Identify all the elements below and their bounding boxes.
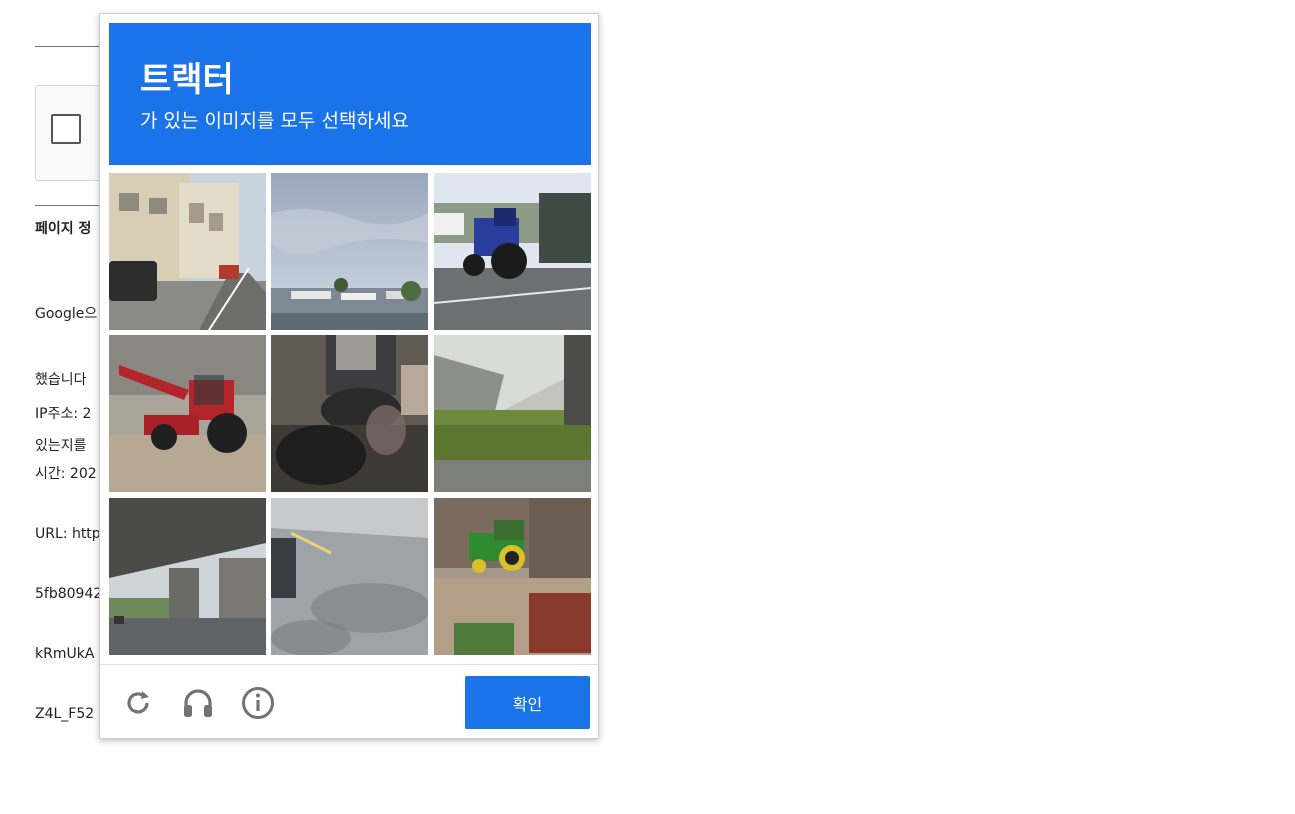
paragraph-line: Google으 — [35, 306, 98, 322]
recaptcha-checkbox[interactable] — [51, 114, 81, 144]
request-info: IP주소: 2 시간: 202 URL: http 5fb80942 kRmUk… — [35, 364, 102, 744]
image-tile[interactable] — [271, 173, 428, 330]
info-icon[interactable] — [240, 685, 276, 721]
image-challenge-dialog: 트랙터 가 있는 이미지를 모두 선택하세요 확인 — [99, 13, 599, 739]
harbor-scene-image — [271, 173, 428, 330]
motorcycle-image — [271, 335, 428, 492]
blue-tractor-image — [434, 173, 591, 330]
road-image — [271, 498, 428, 655]
image-tile[interactable] — [109, 335, 266, 492]
challenge-keyword: 트랙터 — [140, 60, 234, 100]
image-tile[interactable] — [271, 335, 428, 492]
image-tile[interactable] — [271, 498, 428, 655]
red-tractor-image — [109, 335, 266, 492]
section-divider — [35, 205, 105, 206]
image-tile[interactable] — [109, 498, 266, 655]
url-line: kRmUkA — [35, 646, 95, 662]
footer-divider — [100, 664, 598, 665]
reload-icon[interactable] — [120, 685, 156, 721]
image-tile[interactable] — [434, 173, 591, 330]
challenge-header: 트랙터 가 있는 이미지를 모두 선택하세요 — [109, 23, 591, 165]
grass-slope-image — [434, 335, 591, 492]
verify-button[interactable]: 확인 — [465, 676, 590, 729]
ip-address-line: IP주소: 2 — [35, 406, 92, 422]
overpass-image — [109, 498, 266, 655]
headphones-icon[interactable] — [180, 685, 216, 721]
url-line: 5fb80942 — [35, 586, 103, 602]
street-scene-image — [109, 173, 266, 330]
image-tile[interactable] — [109, 173, 266, 330]
image-tile[interactable] — [434, 498, 591, 655]
url-line: URL: http — [35, 526, 101, 542]
recaptcha-checkbox-card — [35, 85, 107, 181]
image-grid — [109, 173, 591, 655]
time-line: 시간: 202 — [35, 466, 97, 482]
url-line: Z4L_F52 — [35, 706, 95, 722]
green-tractor-image — [434, 498, 591, 655]
section-title: 페이지 정 — [35, 221, 92, 237]
challenge-instruction: 가 있는 이미지를 모두 선택하세요 — [140, 110, 409, 132]
image-tile[interactable] — [434, 335, 591, 492]
top-divider — [35, 46, 105, 47]
